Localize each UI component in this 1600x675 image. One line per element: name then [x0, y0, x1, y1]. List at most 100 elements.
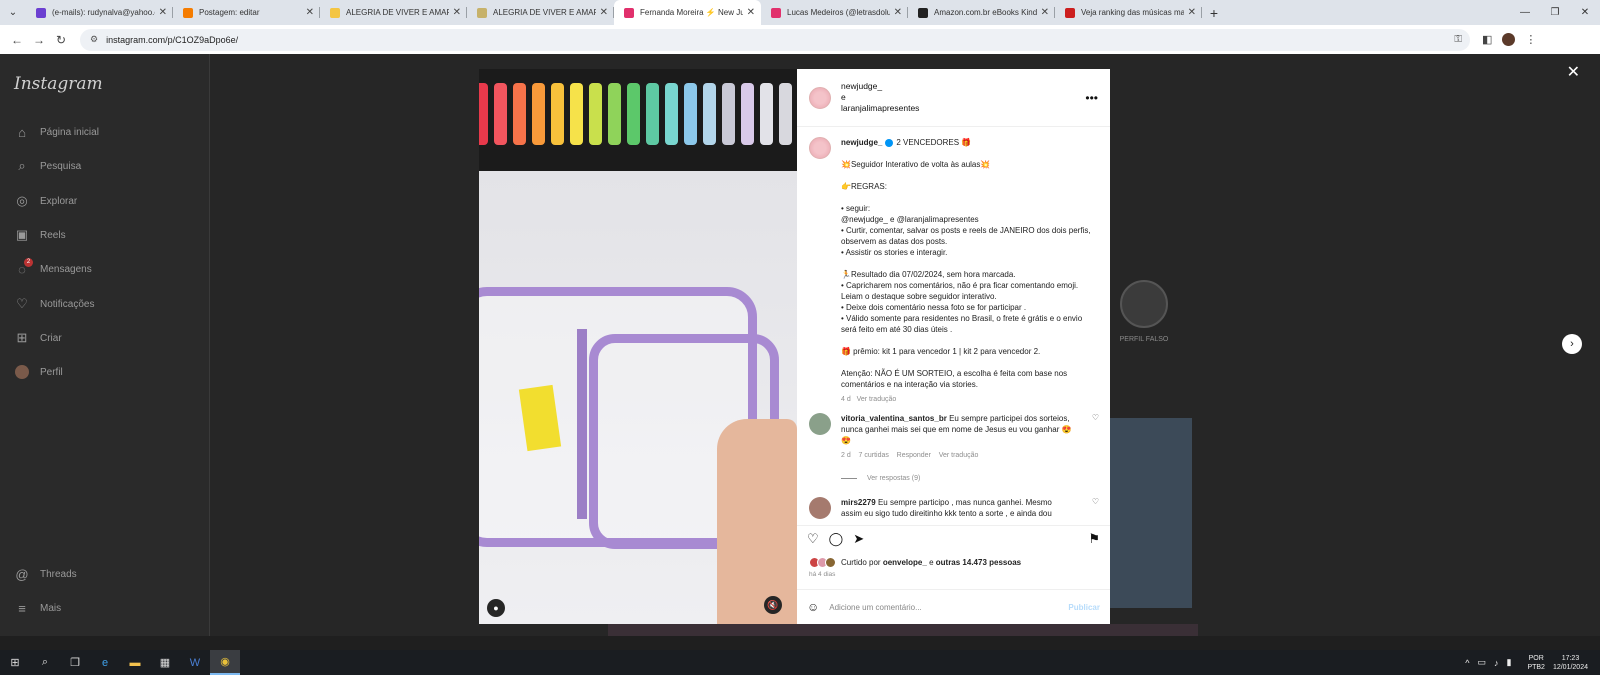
comment-likes[interactable]: 7 curtidas — [859, 452, 889, 459]
plus-square-icon: ⊞ — [16, 330, 28, 345]
mute-icon[interactable]: 🔇 — [764, 596, 782, 614]
browser-tab[interactable]: Lucas Medeiros (@letrasdoluca ✕ — [761, 0, 908, 25]
comment-translate-link[interactable]: Ver tradução — [939, 452, 979, 459]
publish-button[interactable]: Publicar — [1068, 603, 1100, 612]
sidebar-item-threads[interactable]: @ Threads — [14, 566, 76, 582]
caption-translate-link[interactable]: Ver tradução — [857, 396, 897, 403]
sidebar-item-reels[interactable]: ▣ Reels — [14, 227, 66, 243]
site-info-icon[interactable]: ⚙ — [90, 34, 98, 45]
comment-like-heart-icon[interactable]: ♡ — [1092, 413, 1099, 461]
taskbar-search-icon[interactable]: ⌕ — [30, 650, 60, 675]
messenger-icon: ◌ 2 — [14, 258, 33, 277]
tab-close-icon[interactable]: ✕ — [159, 7, 167, 18]
comment-input[interactable]: Adicione um comentário... — [829, 603, 922, 612]
tab-close-icon[interactable]: ✕ — [894, 7, 902, 18]
side-panel-icon[interactable]: ◧ — [1482, 33, 1492, 46]
browser-toolbar: ← → ↻ ⚙ instagram.com/p/C1OZ9aDpo6e/ ⚿ ◧… — [0, 25, 1600, 54]
caption-title: 2 VENCEDORES 🎁 — [896, 138, 972, 147]
comment-like-heart-icon[interactable]: ♡ — [1092, 497, 1099, 519]
address-bar[interactable]: ⚙ instagram.com/p/C1OZ9aDpo6e/ ⚿ — [80, 28, 1470, 51]
tab-close-icon[interactable]: ✕ — [453, 7, 461, 18]
author-username[interactable]: newjudge_ — [841, 81, 919, 92]
share-send-icon[interactable]: ➤ — [853, 531, 864, 547]
sidebar-item-notifica-es[interactable]: ♡ Notificações — [14, 296, 94, 312]
sidebar-item-pesquisa[interactable]: ⌕ Pesquisa — [14, 158, 81, 174]
tab-search-chevron-icon[interactable]: ⌄ — [0, 0, 26, 25]
save-bookmark-icon[interactable]: ⚑ — [1088, 531, 1100, 547]
keyboard-language[interactable]: POR PTB2 — [1527, 654, 1545, 672]
marker-pen-image — [570, 83, 583, 145]
caption-username[interactable]: newjudge_ — [841, 138, 882, 147]
restore-icon[interactable]: ❐ — [1540, 7, 1570, 18]
emoji-icon[interactable]: ☺ — [807, 600, 819, 614]
marker-pen-image — [722, 83, 735, 145]
caption-line: 🏃Resultado dia 07/02/2024, sem hora marc… — [841, 270, 1016, 279]
sidebar-item-p-gina-inicial[interactable]: ⌂ Página inicial — [14, 124, 99, 140]
network-icon[interactable]: ▭ — [1477, 657, 1486, 668]
sidebar-item-mais[interactable]: ≡ Mais — [14, 600, 61, 616]
store-icon[interactable]: ▦ — [150, 650, 180, 675]
tab-close-icon[interactable]: ✕ — [306, 7, 314, 18]
browser-tab[interactable]: Postagem: editar ✕ — [173, 0, 320, 25]
browser-tab[interactable]: (e-mails): rudynalva@yahoo.com ✕ — [26, 0, 173, 25]
reply-link[interactable]: Responder — [897, 452, 931, 459]
instagram-logo[interactable]: Instagram — [14, 74, 103, 94]
tab-close-icon[interactable]: ✕ — [1188, 7, 1196, 18]
comment-bubble-icon[interactable]: ◯ — [829, 531, 844, 547]
tab-close-icon[interactable]: ✕ — [1041, 7, 1049, 18]
battery-icon[interactable]: ▮ — [1506, 657, 1511, 668]
minimize-icon[interactable]: — — [1510, 7, 1540, 18]
commenter-avatar[interactable] — [809, 413, 831, 435]
tab-close-icon[interactable]: ✕ — [747, 7, 755, 18]
new-tab-button[interactable]: + — [1202, 5, 1226, 21]
next-post-arrow-icon[interactable]: › — [1562, 334, 1582, 354]
browser-tab[interactable]: Veja ranking das músicas mais t ✕ — [1055, 0, 1202, 25]
sidebar-item-explorar[interactable]: ◎ Explorar — [14, 193, 77, 209]
browser-tab[interactable]: ALEGRIA DE VIVER E AMAR O Q ✕ — [320, 0, 467, 25]
tagged-users-icon[interactable]: ● — [487, 599, 505, 617]
reload-icon[interactable]: ↻ — [50, 33, 72, 47]
caption-line[interactable]: @newjudge_ e @laranjalimapresentes — [841, 214, 1091, 225]
task-view-icon[interactable]: ❐ — [60, 650, 90, 675]
clock[interactable]: 17:23 12/01/2024 — [1553, 654, 1588, 672]
word-icon[interactable]: W — [180, 650, 210, 675]
view-replies-link[interactable]: Ver respostas (9) — [841, 475, 920, 482]
commenter-username[interactable]: mirs2279 — [841, 498, 876, 507]
post-age: há 4 dias — [809, 571, 836, 578]
sidebar-item-criar[interactable]: ⊞ Criar — [14, 330, 62, 346]
post-media[interactable]: ● 🔇 — [479, 69, 797, 624]
liked-by-others[interactable]: outras 14.473 pessoas — [936, 558, 1021, 567]
browser-tab[interactable]: Amazon.com.br eBooks Kindle: ✕ — [908, 0, 1055, 25]
forward-icon[interactable]: → — [28, 33, 50, 47]
file-explorer-icon[interactable]: ▬ — [120, 650, 150, 675]
browser-tab[interactable]: ALEGRIA DE VIVER E AMAR O Q ✕ — [467, 0, 614, 25]
author-avatar[interactable] — [809, 86, 831, 109]
sidebar-item-perfil[interactable]: Perfil — [14, 364, 63, 380]
more-options-icon[interactable]: ••• — [1085, 91, 1098, 105]
comments-scroll[interactable]: newjudge_ 2 VENCEDORES 🎁 💥Seguidor Intera… — [797, 127, 1110, 525]
marker-pen-image — [551, 83, 564, 145]
browser-tab[interactable]: Fernanda Moreira ⚡ New Judg ✕ — [614, 0, 761, 25]
browser-menu-icon[interactable]: ⋮ — [1525, 33, 1536, 46]
coauthor-username[interactable]: laranjalimapresentes — [841, 103, 919, 114]
volume-icon[interactable]: ♪ — [1494, 658, 1499, 668]
tab-close-icon[interactable]: ✕ — [600, 7, 608, 18]
password-key-icon[interactable]: ⚿ — [1454, 34, 1462, 45]
windows-start-icon[interactable]: ⊞ — [0, 650, 30, 675]
sidebar-item-mensagens[interactable]: ◌ 2 Mensagens — [14, 258, 92, 277]
chrome-icon[interactable]: ◉ — [210, 650, 240, 675]
edge-browser-icon[interactable]: e — [90, 650, 120, 675]
caption-line: • Curtir, comentar, salvar os posts e re… — [841, 226, 1091, 246]
close-window-icon[interactable]: ✕ — [1570, 7, 1600, 18]
liked-by-user[interactable]: oenvelope_ — [883, 558, 927, 567]
like-heart-icon[interactable]: ♡ — [807, 531, 819, 547]
commenter-username[interactable]: vitoria_valentina_santos_br — [841, 414, 947, 423]
caption-avatar[interactable] — [809, 137, 831, 159]
marker-pen-image — [684, 83, 697, 145]
suggested-avatar — [1120, 280, 1168, 328]
back-icon[interactable]: ← — [6, 33, 28, 47]
profile-avatar[interactable] — [1502, 33, 1516, 46]
tray-chevron-icon[interactable]: ^ — [1465, 658, 1469, 668]
commenter-avatar[interactable] — [809, 497, 831, 519]
close-modal-icon[interactable]: ✕ — [1567, 62, 1580, 82]
